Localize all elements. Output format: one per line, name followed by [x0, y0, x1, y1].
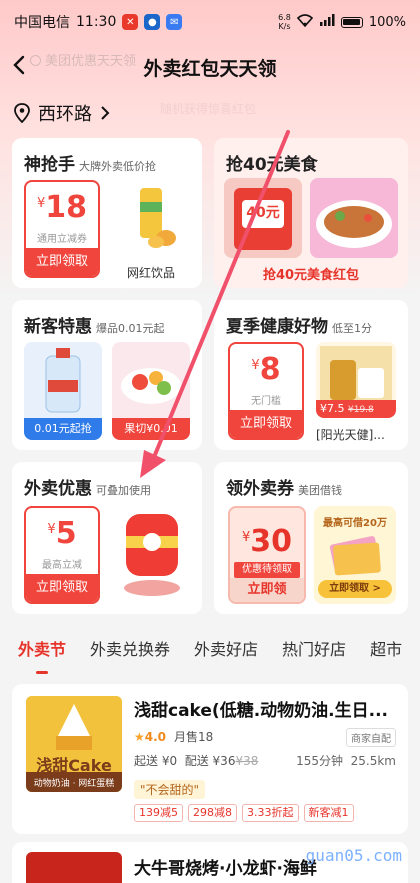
category-tabs: 外卖节 外卖兑换券 外卖好店 热门好店 超市	[0, 630, 420, 676]
watermark-text: guan05.com	[305, 846, 402, 865]
promo-tags: 139减5 298减8 3.33折起 新客减1	[134, 804, 354, 822]
gift-bag-image	[112, 506, 192, 604]
status-bar: 中国电信 11:30 ✕ ● ✉ 6.8 K/s 100%	[0, 0, 420, 44]
drink-image[interactable]	[112, 180, 190, 256]
coupon-30[interactable]: ¥30 优惠待领取 立即领	[228, 506, 306, 604]
wifi-icon	[296, 13, 313, 31]
banner-text: 抢40元美食红包	[262, 268, 360, 283]
logo-text: 浅甜Cake	[36, 756, 112, 775]
battery-icon	[340, 16, 363, 28]
fruit-product[interactable]: 果切¥0.01	[112, 342, 190, 440]
location-name: 西环路	[38, 104, 92, 125]
coupon-18[interactable]: ¥18 通用立减券 立即领取	[24, 180, 100, 278]
card-ling-waimai-quan[interactable]: 领外卖券 美团借钱 ¥30 优惠待领取 立即领 最高可借20万 立即领取 >	[214, 462, 408, 614]
delivery-type-badge: 商家自配	[346, 728, 396, 747]
card-title: 夏季健康好物 低至1分	[226, 317, 372, 337]
tab-waimaijie[interactable]: 外卖节	[18, 630, 66, 676]
app-notification-icon-2: ●	[144, 14, 161, 30]
claim-button[interactable]: 立即领取	[26, 248, 98, 276]
store-fee-row: 起送 ¥0 配送 ¥36¥38	[134, 754, 259, 768]
tab-haodian[interactable]: 外卖好店	[194, 630, 258, 676]
promo-tag: 298减8	[188, 804, 237, 822]
store-logo	[26, 852, 122, 883]
chevron-right-icon	[101, 106, 110, 120]
card-title: 抢40元美食	[226, 155, 318, 175]
loan-promo[interactable]: 最高可借20万 立即领取 >	[314, 506, 396, 604]
coupon-5[interactable]: ¥5 最高立减 立即领取	[24, 506, 100, 604]
tab-chaoshi[interactable]: 超市	[370, 630, 402, 676]
claim-button[interactable]: 立即领取	[26, 574, 98, 602]
price-tag: 0.01元起抢	[24, 418, 102, 440]
supplement-image[interactable]: ¥7.5 ¥19.8	[316, 342, 396, 418]
carrier-label: 中国电信	[14, 15, 70, 31]
coupon-amount: ¥30	[241, 524, 293, 559]
store-name: 大牛哥烧烤·小龙虾·海鲜	[134, 859, 317, 879]
review-quote: "不会甜的"	[134, 780, 206, 799]
product-label: [阳光天健]...	[316, 428, 385, 442]
card-xinke[interactable]: 新客特惠 爆品0.01元起 0.01元起抢 果切¥0.01	[12, 300, 202, 450]
claim-button[interactable]: 立即领	[230, 578, 304, 602]
food-image	[310, 178, 398, 258]
card-title: 新客特惠 爆品0.01元起	[24, 317, 165, 337]
red-packet-image: 40元	[224, 178, 302, 258]
product-label: 网红饮品	[126, 266, 175, 280]
card-title: 领外卖券 美团借钱	[226, 479, 342, 499]
water-product[interactable]: 0.01元起抢	[24, 342, 102, 440]
red-packet-amount: 40元	[246, 205, 280, 221]
app-notification-icon-3: ✉	[166, 14, 183, 30]
logo-subtext: 动物奶油 · 网红蛋糕	[33, 779, 115, 789]
app-notification-icon: ✕	[122, 14, 139, 30]
promo-tag: 新客减1	[303, 804, 354, 822]
signal-icon	[319, 14, 335, 30]
store-name: 浅甜cake(低糖.动物奶油.生日...	[134, 701, 388, 721]
store-time-distance: 155分钟 25.5km	[296, 754, 396, 768]
battery-percent: 100%	[368, 14, 406, 30]
star-icon: ★	[134, 730, 145, 744]
claim-button[interactable]: 立即领取	[230, 410, 302, 438]
store-logo: 浅甜Cake 动物奶油 · 网红蛋糕	[26, 696, 122, 792]
promo-tag: 139减5	[134, 804, 183, 822]
price-tag: 果切¥0.01	[112, 418, 190, 440]
coupon-8[interactable]: ¥8 无门槛 立即领取	[228, 342, 304, 440]
clock: 11:30	[76, 14, 117, 30]
header-subtitle: 随机获得惊喜红包	[160, 102, 257, 116]
header-bar: 美团优惠天天领 外卖红包天天领 随机获得惊喜红包	[0, 44, 420, 116]
card-waimai-youhui[interactable]: 外卖优惠 可叠加使用 ¥5 最高立减 立即领取	[12, 462, 202, 614]
tab-duihuanquan[interactable]: 外卖兑换券	[90, 630, 170, 676]
coupon-desc: 优惠待领取	[234, 562, 300, 578]
card-title: 外卖优惠 可叠加使用	[24, 479, 151, 499]
store-rating-row: ★4.0 月售18	[134, 730, 214, 744]
card-title: 神抢手 大牌外卖低价抢	[24, 155, 156, 175]
location-pin-icon	[14, 103, 30, 123]
price-strip: ¥7.5 ¥19.8	[316, 400, 396, 418]
promo-tag: 3.33折起	[242, 804, 299, 822]
location-selector[interactable]: 西环路	[14, 100, 110, 126]
card-shenqiangshou[interactable]: 神抢手 大牌外卖低价抢 ¥18 通用立减券 立即领取 网红饮品	[12, 138, 202, 288]
promo-claim-button[interactable]: 立即领取 >	[318, 580, 392, 598]
card-jiankang[interactable]: 夏季健康好物 低至1分 ¥8 无门槛 立即领取 ¥7.5 ¥19.8 [阳光天健]…	[214, 300, 408, 450]
network-speed: 6.8 K/s	[278, 13, 291, 31]
tab-remen[interactable]: 热门好店	[282, 630, 346, 676]
store-card[interactable]: 浅甜Cake 动物奶油 · 网红蛋糕 浅甜cake(低糖.动物奶油.生日... …	[12, 684, 408, 834]
card-meishi[interactable]: 抢40元美食 40元 抢40元美食红包	[214, 138, 408, 288]
page-title: 外卖红包天天领	[143, 58, 277, 80]
